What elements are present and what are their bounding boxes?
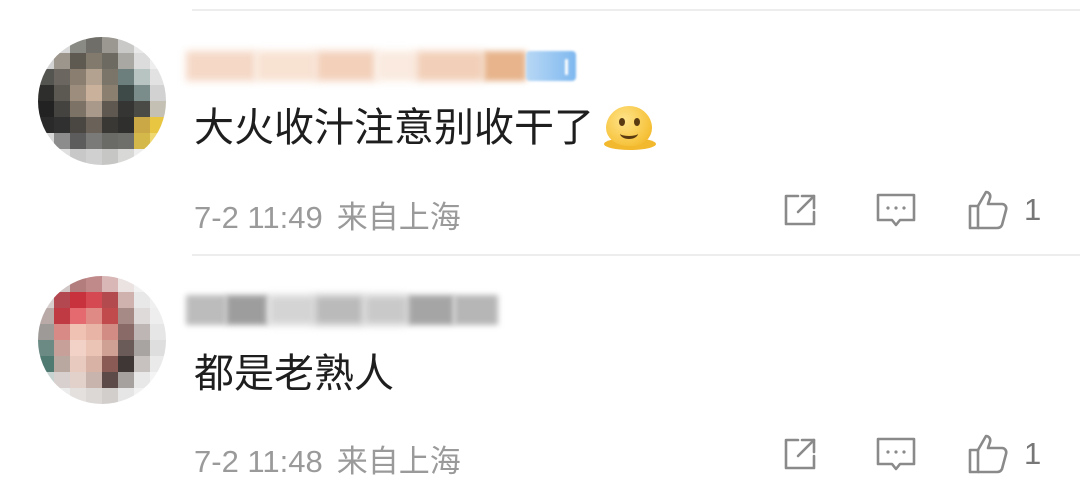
comment-item: 都是老熟人 7-2 11:48 来自上海 1 bbox=[0, 0, 1080, 479]
avatar[interactable] bbox=[38, 276, 166, 404]
like-count: 1 bbox=[1024, 436, 1042, 471]
comment-list: 大火收汁注意别收干了 7-2 11:49 来自上海 1 都是老熟人 7-2 11… bbox=[0, 0, 1080, 480]
username-redacted[interactable] bbox=[186, 292, 498, 328]
thumbs-up-icon[interactable] bbox=[966, 432, 1010, 476]
divider-middle bbox=[192, 254, 1080, 256]
comment-location: 来自上海 bbox=[336, 444, 461, 479]
comment-text-content: 都是老熟人 bbox=[194, 351, 394, 397]
comment-text: 都是老熟人 bbox=[194, 350, 394, 398]
comment-meta: 7-2 11:48 来自上海 bbox=[194, 436, 461, 480]
share-icon[interactable] bbox=[778, 432, 822, 476]
comment-date: 7-2 11:48 bbox=[194, 444, 323, 479]
comment-icon[interactable] bbox=[874, 432, 918, 476]
